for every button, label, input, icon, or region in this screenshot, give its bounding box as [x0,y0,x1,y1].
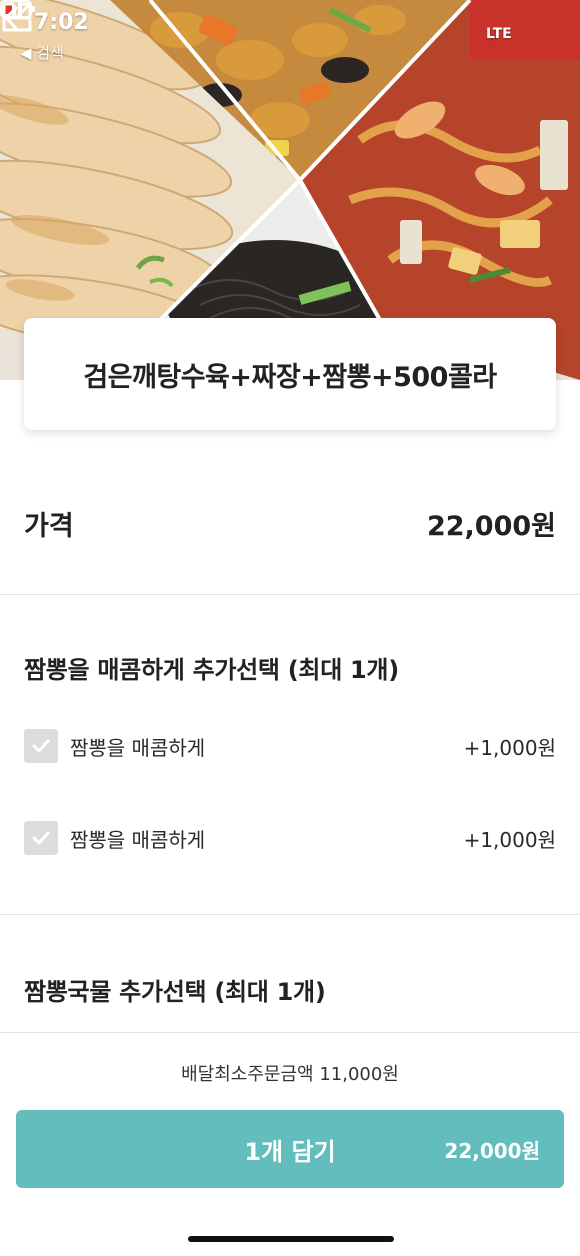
menu-title-card: 검은깨탕수육+짜장+짬뽕+500콜라 [24,318,556,430]
cart-button-price: 22,000원 [444,1139,540,1163]
option-label: 짬뽕을 매콤하게 [70,735,206,760]
minimum-order-amount: 배달최소주문금액 11,000원 [181,1064,399,1085]
option-label: 짬뽕을 매콤하게 [70,827,206,852]
check-icon [32,739,50,753]
option-item[interactable]: 짬뽕을 매콤하게 +1,000원 [24,726,556,766]
price-value: 22,000원 [426,510,556,542]
menu-title: 검은깨탕수육+짜장+짬뽕+500콜라 [83,361,497,393]
divider [0,594,580,595]
price-row: 가격 22,000원 [24,498,556,548]
network-type: LTE [486,26,512,42]
option-price: +1,000원 [463,735,556,760]
option-group-title-spicy: 짬뽕을 매콤하게 추가선택 (최대 1개) [24,656,399,684]
add-to-cart-button[interactable]: 1개 담기 22,000원 [16,1110,564,1188]
option-price: +1,000원 [463,827,556,852]
divider [0,1032,580,1033]
option-group-title-soup: 짬뽕국물 추가선택 (최대 1개) [24,978,326,1006]
share-icon[interactable] [0,0,34,34]
option-item[interactable]: 짬뽕을 매콤하게 +1,000원 [24,818,556,858]
status-bar: 7:02 ◀ 검색 LTE [0,0,580,63]
status-time: 7:02 [34,10,89,35]
home-indicator[interactable] [188,1236,394,1242]
divider [0,914,580,915]
option-checkbox[interactable] [24,821,58,855]
back-to-app-link[interactable]: ◀ 검색 [20,42,64,63]
price-label: 가격 [24,510,74,542]
check-icon [32,831,50,845]
option-checkbox[interactable] [24,729,58,763]
